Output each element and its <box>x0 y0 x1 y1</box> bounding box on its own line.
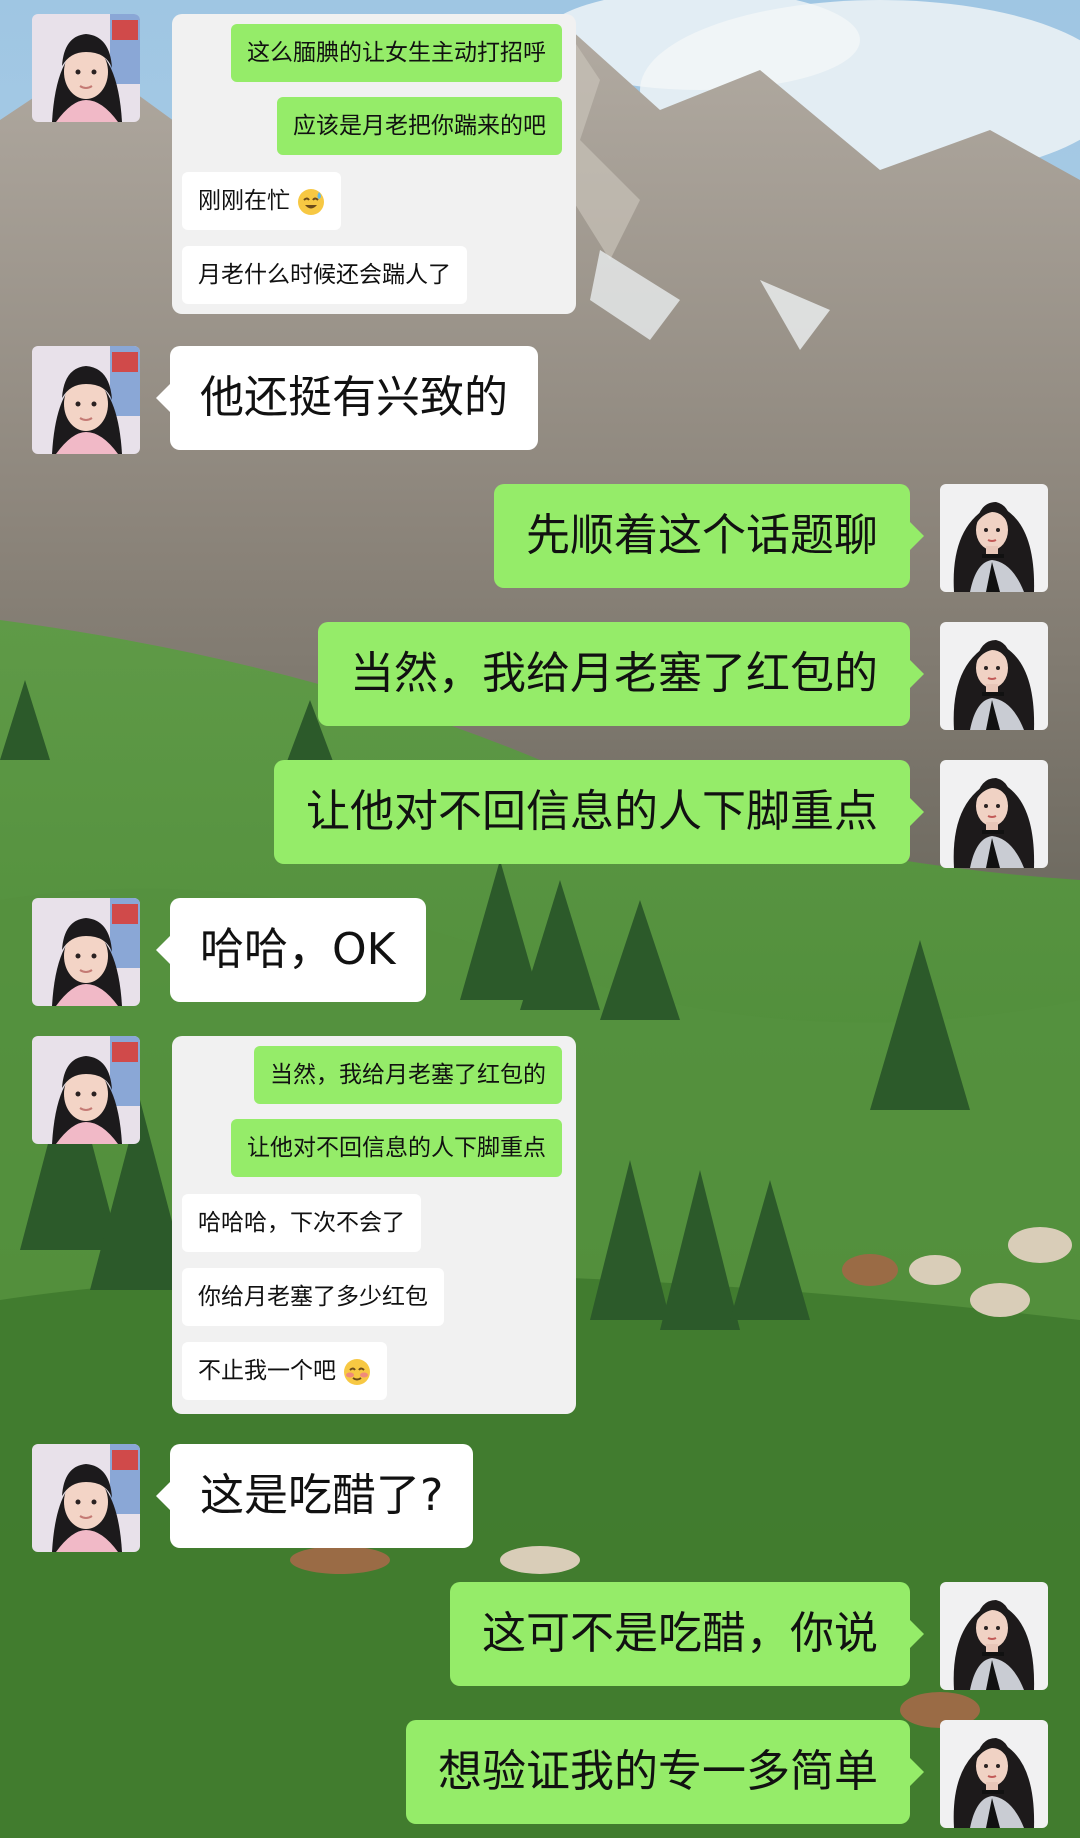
quoted-message: 让他对不回信息的人下脚重点 <box>231 1119 562 1177</box>
flushed-emoji <box>344 1358 371 1385</box>
quoted-chat-screenshot[interactable]: 当然，我给月老塞了红包的 让他对不回信息的人下脚重点 哈哈哈，下次不会了 你给月… <box>172 1036 576 1414</box>
my-avatar[interactable] <box>940 484 1048 592</box>
sweat-laugh-emoji <box>298 188 325 215</box>
quoted-chat-screenshot[interactable]: 这么腼腆的让女生主动打招呼 应该是月老把你踹来的吧 刚刚在忙 月老什么时候还会踹… <box>172 14 576 314</box>
my-avatar[interactable] <box>940 760 1048 868</box>
my-avatar[interactable] <box>940 1582 1048 1690</box>
message-bubble-sent[interactable]: 让他对不回信息的人下脚重点 <box>274 760 924 864</box>
contact-avatar[interactable] <box>32 1444 140 1552</box>
message-bubble-received[interactable]: 哈哈，OK <box>156 898 426 1002</box>
message-bubble-sent[interactable]: 这可不是吃醋，你说 <box>450 1582 924 1686</box>
contact-avatar[interactable] <box>32 14 140 122</box>
contact-avatar[interactable] <box>32 346 140 454</box>
quoted-message: 你给月老塞了多少红包 <box>182 1268 444 1326</box>
quoted-message: 这么腼腆的让女生主动打招呼 <box>231 24 562 82</box>
quoted-message: 不止我一个吧 <box>182 1342 388 1400</box>
quoted-message: 当然，我给月老塞了红包的 <box>254 1046 562 1104</box>
contact-avatar[interactable] <box>32 1036 140 1144</box>
quoted-message: 哈哈哈，下次不会了 <box>182 1194 421 1252</box>
message-bubble-sent[interactable]: 先顺着这个话题聊 <box>494 484 924 588</box>
my-avatar[interactable] <box>940 622 1048 730</box>
message-bubble-received[interactable]: 这是吃醋了? <box>155 1444 474 1548</box>
quoted-message: 刚刚在忙 <box>182 172 342 230</box>
quoted-message: 月老什么时候还会踹人了 <box>182 246 467 304</box>
quoted-message: 应该是月老把你踹来的吧 <box>277 97 562 155</box>
message-bubble-received[interactable]: 他还挺有兴致的 <box>156 346 538 450</box>
contact-avatar[interactable] <box>32 898 140 1006</box>
message-bubble-sent[interactable]: 想验证我的专一多简单 <box>406 1720 924 1824</box>
my-avatar[interactable] <box>940 1720 1048 1828</box>
message-bubble-sent[interactable]: 当然，我给月老塞了红包的 <box>318 622 924 726</box>
